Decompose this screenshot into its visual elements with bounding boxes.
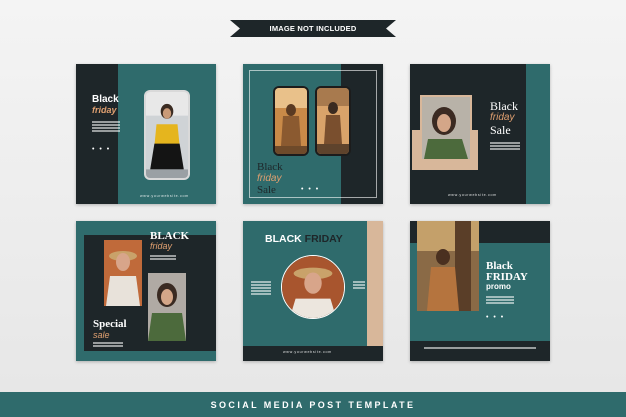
website-url: www.yourwebsite.com bbox=[448, 193, 497, 197]
headline-sale: Sale bbox=[490, 123, 511, 137]
dots-decoration: • • • bbox=[301, 186, 320, 193]
headline-black: Black bbox=[490, 99, 518, 113]
body-text-lines-lower bbox=[93, 342, 123, 348]
template-card-6: Black FRIDAY promo • • • bbox=[410, 221, 550, 361]
footer-bar: SOCIAL MEDIA POST TEMPLATE bbox=[0, 392, 626, 417]
phone-photo-left bbox=[273, 86, 309, 156]
tan-right-strip bbox=[367, 221, 383, 346]
model-photo bbox=[146, 92, 188, 178]
headline-friday: friday bbox=[257, 173, 282, 184]
body-text-lines-left bbox=[251, 281, 271, 296]
headline-sale: sale bbox=[93, 330, 110, 340]
headline-special: Special bbox=[93, 318, 127, 330]
model-photo-circle bbox=[281, 255, 345, 319]
model-photo-right bbox=[317, 88, 349, 154]
body-text-lines bbox=[486, 296, 514, 305]
teal-right-strip bbox=[526, 64, 550, 204]
headline-promo: promo bbox=[486, 282, 511, 291]
phone-photo-right bbox=[315, 86, 351, 156]
headline-black: Black bbox=[92, 94, 119, 105]
headline-black: Black bbox=[257, 161, 283, 173]
model-photo-left bbox=[275, 88, 307, 154]
top-banner: IMAGE NOT INCLUDED bbox=[230, 20, 396, 37]
photo-frame bbox=[144, 90, 190, 180]
model-photo bbox=[417, 221, 479, 311]
body-text-lines bbox=[92, 121, 120, 133]
dots-decoration: • • • bbox=[486, 314, 505, 321]
body-text-lines bbox=[490, 142, 520, 151]
body-text-lines-right bbox=[353, 281, 365, 290]
headline-friday: FRIDAY bbox=[304, 233, 343, 245]
model-photo-main bbox=[104, 240, 142, 306]
banner-text: IMAGE NOT INCLUDED bbox=[269, 24, 357, 33]
template-card-5: BLACK FRIDAY www.yourwebsite.com bbox=[243, 221, 383, 361]
headline-friday: friday bbox=[92, 105, 117, 115]
model-photo-secondary bbox=[148, 273, 186, 341]
model-photo bbox=[420, 95, 472, 161]
headline-friday: friday bbox=[490, 112, 515, 123]
template-card-4: BLACK friday Special sale bbox=[76, 221, 216, 361]
body-text-lines bbox=[150, 255, 176, 261]
website-url: www.yourwebsite.com bbox=[283, 350, 332, 354]
headline: BLACK FRIDAY bbox=[265, 233, 343, 245]
template-card-2: Black friday Sale • • • bbox=[243, 64, 383, 204]
headline-black: BLACK bbox=[265, 233, 302, 245]
bottom-text-lines bbox=[424, 347, 536, 350]
headline-friday: friday bbox=[150, 241, 173, 251]
website-url: www.yourwebsite.com bbox=[140, 194, 189, 198]
template-card-1: Black friday • • • www.yourwebsite.com bbox=[76, 64, 216, 204]
template-card-3: Black friday Sale www.yourwebsite.com bbox=[410, 64, 550, 204]
headline-sale: Sale bbox=[257, 184, 276, 196]
dots-decoration: • • • bbox=[92, 146, 111, 153]
footer-title: SOCIAL MEDIA POST TEMPLATE bbox=[210, 399, 416, 410]
